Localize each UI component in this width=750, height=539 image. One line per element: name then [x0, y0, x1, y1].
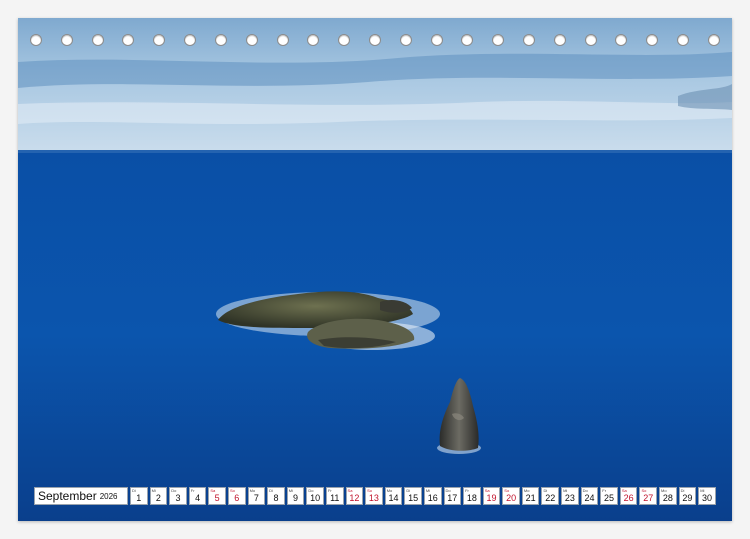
binding-hole — [615, 34, 628, 46]
binding-hole — [368, 34, 381, 46]
month-label-box: September 2026 — [34, 487, 128, 505]
day-number: 13 — [368, 493, 379, 503]
day-number: 7 — [253, 493, 259, 503]
cover-photo — [18, 18, 732, 521]
day-cell: Fr 18 — [463, 487, 481, 505]
day-cell: Mo 28 — [659, 487, 677, 505]
day-number: 16 — [427, 493, 438, 503]
binding-hole — [430, 34, 443, 46]
binding-hole — [122, 34, 135, 46]
day-number: 10 — [310, 493, 321, 503]
day-cell: Sa 5 — [208, 487, 226, 505]
day-cell: Mi 23 — [561, 487, 579, 505]
binding-hole — [245, 34, 258, 46]
day-number: 14 — [388, 493, 399, 503]
day-number: 29 — [682, 493, 693, 503]
day-cell: Mi 30 — [698, 487, 716, 505]
binding-hole — [553, 34, 566, 46]
day-cell: Mi 16 — [423, 487, 442, 505]
day-cell: Fr 25 — [600, 487, 618, 505]
day-number: 9 — [293, 493, 299, 503]
binding-hole — [707, 34, 720, 46]
day-number: 6 — [234, 493, 240, 503]
day-number: 23 — [564, 493, 575, 503]
binding-hole — [492, 34, 505, 46]
day-cell: Di 8 — [267, 487, 285, 505]
day-cell: So 27 — [639, 487, 658, 505]
day-number: 28 — [662, 493, 673, 503]
day-cell: Do 10 — [306, 487, 324, 505]
day-cell: Sa 26 — [619, 487, 638, 505]
day-number: 12 — [349, 493, 360, 503]
day-number: 11 — [330, 493, 340, 503]
binding-hole — [60, 34, 73, 46]
binding-hole — [461, 34, 474, 46]
seascape-photo — [18, 18, 732, 521]
spiral-binding-holes — [30, 32, 720, 48]
day-cell: Mo 7 — [247, 487, 266, 505]
day-cell: Sa 19 — [482, 487, 501, 505]
month-name: September — [38, 489, 97, 503]
binding-hole — [276, 34, 289, 46]
day-cell: Di 22 — [541, 487, 560, 505]
day-cell: Do 24 — [580, 487, 599, 505]
day-number: 21 — [525, 493, 536, 503]
month-year: 2026 — [99, 491, 118, 501]
day-number: 3 — [175, 493, 181, 503]
binding-hole — [184, 34, 197, 46]
day-cell: Fr 11 — [325, 487, 344, 505]
day-number: 26 — [623, 493, 634, 503]
day-number: 1 — [136, 493, 142, 503]
day-number: 8 — [273, 493, 279, 503]
day-number: 4 — [195, 493, 201, 503]
day-cell: Sa 12 — [345, 487, 364, 505]
day-cell: So 6 — [227, 487, 246, 505]
binding-hole — [153, 34, 166, 46]
binding-hole — [584, 34, 597, 46]
day-cell: So 13 — [365, 487, 383, 505]
binding-hole — [646, 34, 659, 46]
day-number: 19 — [486, 493, 497, 503]
day-cell: Di 1 — [130, 487, 148, 505]
day-number: 24 — [584, 493, 595, 503]
binding-hole — [30, 34, 42, 46]
day-cell: Mi 9 — [286, 487, 305, 505]
day-number: 5 — [214, 493, 220, 503]
binding-hole — [214, 34, 227, 46]
calendar-page: September 2026 Di 1 Mi 2 Do 3 Fr 4 Sa 5 So 6 Mo 7 Di 8 M… — [0, 0, 750, 539]
day-number: 18 — [466, 493, 477, 503]
calendar-strip: September 2026 Di 1 Mi 2 Do 3 Fr 4 Sa 5 So 6 Mo 7 Di 8 M… — [34, 487, 716, 505]
binding-hole — [677, 34, 690, 46]
day-cell: So 20 — [502, 487, 520, 505]
day-number: 20 — [506, 493, 517, 503]
day-cell: Fr 4 — [188, 487, 207, 505]
day-cells: Di 1 Mi 2 Do 3 Fr 4 Sa 5 So 6 Mo 7 Di 8 Mi 9 Do 10 Fr 11 Sa 12 S… — [130, 487, 716, 505]
day-number: 30 — [702, 493, 713, 503]
day-number: 25 — [604, 493, 615, 503]
day-cell: Mo 14 — [384, 487, 403, 505]
binding-hole — [91, 34, 104, 46]
day-cell: Do 3 — [169, 487, 187, 505]
day-number: 2 — [155, 493, 161, 503]
binding-hole — [523, 34, 535, 46]
day-cell: Mi 2 — [149, 487, 168, 505]
day-cell: Do 17 — [443, 487, 462, 505]
binding-hole — [399, 34, 412, 46]
binding-hole — [307, 34, 320, 46]
day-number: 15 — [408, 493, 419, 503]
day-cell: Di 15 — [404, 487, 422, 505]
day-cell: Mo 21 — [521, 487, 540, 505]
day-number: 27 — [643, 493, 654, 503]
day-cell: Di 29 — [678, 487, 697, 505]
day-number: 22 — [545, 493, 556, 503]
binding-hole — [338, 34, 351, 46]
day-number: 17 — [447, 493, 458, 503]
